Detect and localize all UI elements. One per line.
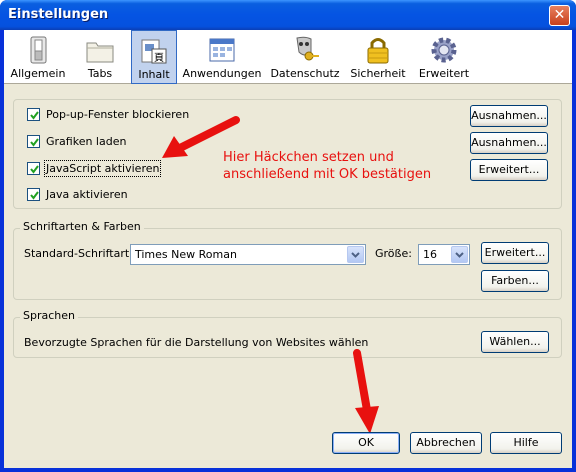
title-bar[interactable]: Einstellungen ✕	[0, 0, 576, 30]
checkbox-label: JavaScript aktivieren	[43, 160, 162, 177]
default-font-label: Standard-Schriftart:	[24, 247, 133, 260]
checkbox-box[interactable]	[27, 135, 40, 148]
close-icon: ✕	[553, 7, 566, 23]
tab-inhalt[interactable]: 頁 Inhalt	[131, 30, 177, 84]
checkbox-box[interactable]	[27, 188, 40, 201]
tab-label: Allgemein	[10, 67, 66, 80]
popup-exceptions-button[interactable]: Ausnahmen...	[470, 105, 548, 127]
checkmark-icon	[30, 191, 39, 200]
settings-window: Einstellungen ✕ Allgemein Tabs 頁 Inhalt …	[0, 0, 576, 472]
checkmark-icon	[30, 138, 39, 147]
tab-label: Sicherheit	[350, 67, 406, 80]
checkbox-box[interactable]	[27, 108, 40, 121]
tab-allgemein[interactable]: Allgemein	[8, 30, 68, 84]
tab-label: Tabs	[87, 67, 113, 80]
chevron-down-icon	[455, 252, 464, 258]
category-toolbar: Allgemein Tabs 頁 Inhalt Anwendungen Date…	[4, 30, 572, 84]
fonts-advanced-button[interactable]: Erweitert...	[481, 242, 549, 264]
applications-icon	[209, 38, 235, 62]
tab-label: Datenschutz	[270, 67, 340, 80]
languages-legend: Sprachen	[20, 309, 78, 322]
fonts-colors-legend: Schriftarten & Farben	[20, 220, 144, 233]
tab-label: Inhalt	[138, 68, 170, 81]
default-font-value: Times New Roman	[135, 248, 237, 261]
red-arrow-icon	[353, 349, 379, 434]
languages-description: Bevorzugte Sprachen für die Darstellung …	[24, 336, 369, 349]
tab-datenschutz[interactable]: Datenschutz	[269, 30, 341, 84]
checkbox-label: Java aktivieren	[46, 188, 128, 201]
cancel-button[interactable]: Abbrechen	[410, 432, 482, 454]
annotation-line-2: anschließend mit OK bestätigen	[223, 167, 432, 182]
mask-key-icon	[296, 36, 319, 61]
dropdown-arrow[interactable]	[451, 246, 468, 263]
switch-icon	[30, 36, 47, 64]
dialog-body: Allgemein Tabs 頁 Inhalt Anwendungen Date…	[4, 30, 572, 468]
content-page-icon: 頁	[141, 39, 167, 64]
svg-text:頁: 頁	[154, 52, 164, 64]
folder-icon	[86, 42, 114, 63]
tab-anwendungen[interactable]: Anwendungen	[182, 30, 262, 84]
help-button[interactable]: Hilfe	[490, 432, 562, 454]
javascript-advanced-button[interactable]: Erweitert...	[470, 159, 548, 181]
checkmark-icon	[30, 165, 39, 174]
images-exceptions-button[interactable]: Ausnahmen...	[470, 132, 548, 154]
window-title: Einstellungen	[8, 7, 109, 22]
annotation-line-1: Hier Häckchen setzen und	[223, 150, 394, 165]
tab-erweitert[interactable]: Erweitert	[416, 30, 472, 84]
font-size-value: 16	[423, 248, 437, 261]
checkbox-label: Grafiken laden	[46, 135, 127, 148]
gear-icon	[431, 37, 457, 63]
dropdown-arrow[interactable]	[347, 246, 364, 263]
tab-sicherheit[interactable]: Sicherheit	[348, 30, 408, 84]
choose-languages-button[interactable]: Wählen...	[481, 331, 549, 353]
checkmark-icon	[30, 111, 39, 120]
colors-button[interactable]: Farben...	[481, 270, 549, 292]
ok-button[interactable]: OK	[332, 432, 400, 454]
checkbox-box[interactable]	[27, 162, 40, 175]
tab-label: Erweitert	[418, 67, 470, 80]
chevron-down-icon	[351, 252, 360, 258]
default-font-select[interactable]: Times New Roman	[130, 244, 366, 265]
tab-tabs[interactable]: Tabs	[72, 30, 128, 84]
size-label: Größe:	[375, 247, 412, 260]
font-size-select[interactable]: 16	[418, 244, 470, 265]
padlock-icon	[367, 38, 389, 64]
close-button[interactable]: ✕	[549, 5, 570, 26]
tab-label: Anwendungen	[182, 67, 262, 80]
